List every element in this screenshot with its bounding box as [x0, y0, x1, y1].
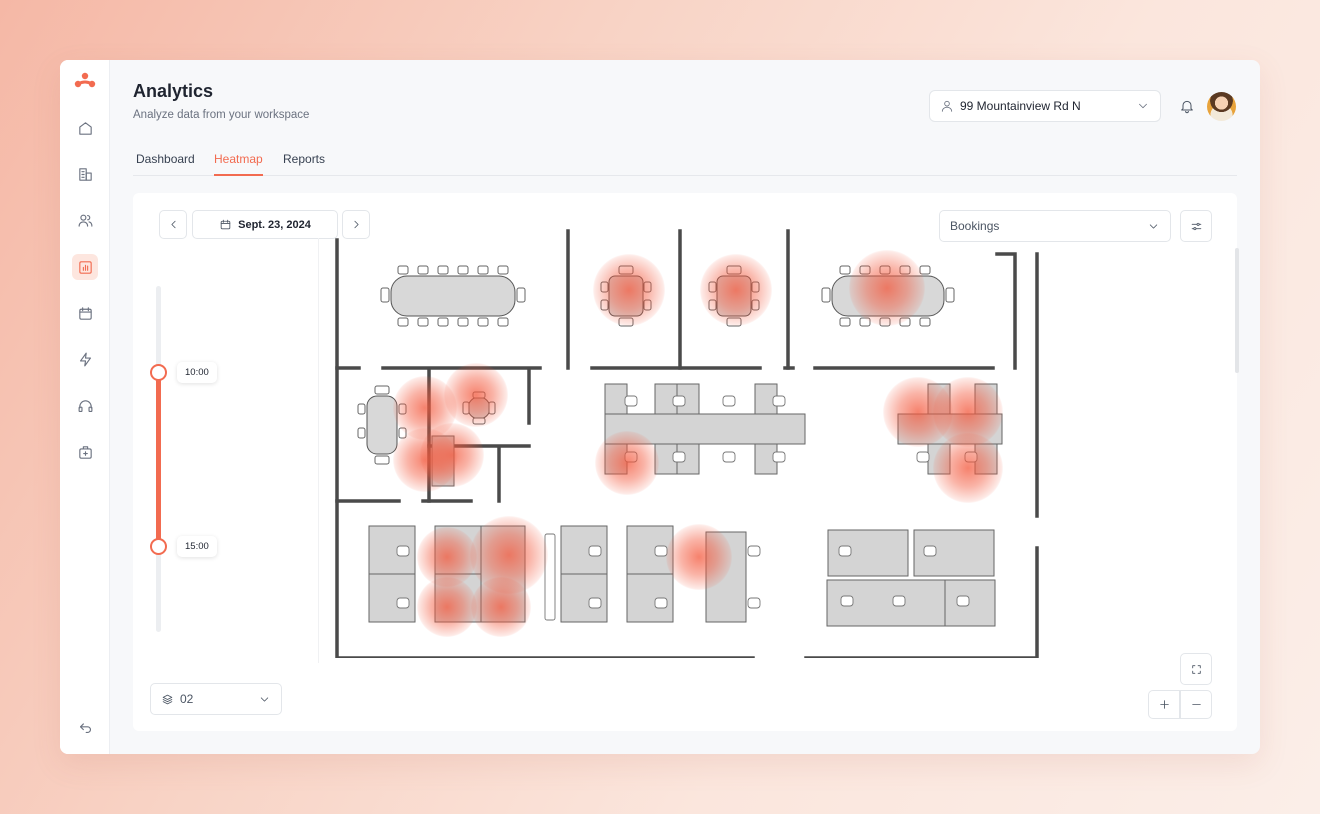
avatar[interactable]: [1207, 92, 1236, 121]
lightning-icon: [79, 352, 91, 366]
layers-icon: [162, 694, 173, 704]
sidebar-item-users[interactable]: [72, 207, 98, 233]
sidebar-item-health[interactable]: [72, 439, 98, 465]
scrollbar[interactable]: [1235, 248, 1239, 373]
heatmap-spot: [444, 363, 508, 427]
chevron-down-icon: [1149, 223, 1158, 229]
building-icon: [78, 167, 92, 181]
heatmap-spot: [933, 433, 1003, 503]
chevron-down-icon: [1139, 103, 1147, 109]
filter-button[interactable]: [1180, 210, 1212, 242]
page-subtitle: Analyze data from your workspace: [133, 109, 310, 121]
home-icon: [78, 121, 92, 135]
time-slider-range: [156, 372, 161, 546]
plus-icon: [1159, 700, 1169, 709]
analytics-icon: [78, 260, 92, 274]
app-window: Analytics Analyze data from your workspa…: [60, 60, 1260, 754]
heatmap-spot: [593, 254, 665, 326]
user-icon: [941, 100, 953, 112]
start-time-label: 10:00: [177, 362, 217, 383]
calendar-icon: [78, 306, 92, 320]
heatmap-spot: [420, 423, 484, 487]
sidebar: [60, 60, 110, 754]
brand-logo-icon[interactable]: [72, 70, 98, 96]
page-title: Analytics: [133, 81, 214, 101]
bell-icon: [1181, 100, 1193, 114]
sidebar-logout[interactable]: [72, 714, 98, 740]
heatmap-card: Sept. 23, 2024 Bookings 10:00 15:00 02: [133, 193, 1239, 731]
date-value: Sept. 23, 2024: [238, 218, 311, 231]
sidebar-item-home[interactable]: [72, 115, 98, 141]
calendar-icon: [220, 219, 231, 230]
end-time-label: 15:00: [177, 536, 217, 557]
fullscreen-button[interactable]: [1180, 653, 1212, 685]
tab-dashboard[interactable]: Dashboard: [136, 152, 195, 176]
fullscreen-icon: [1191, 664, 1201, 674]
filter-sliders-icon: [1191, 222, 1201, 230]
heatmap-spot: [471, 577, 531, 637]
chevron-down-icon: [260, 696, 269, 702]
sidebar-item-automations[interactable]: [72, 346, 98, 372]
heatmap-spot: [849, 250, 925, 326]
zoom-in-button[interactable]: [1148, 690, 1180, 719]
time-slider-end-handle[interactable]: [150, 538, 167, 555]
zoom-out-button[interactable]: [1180, 690, 1212, 719]
time-slider-start-handle[interactable]: [150, 364, 167, 381]
sidebar-item-analytics[interactable]: [72, 254, 98, 280]
tab-heatmap[interactable]: Heatmap: [214, 152, 263, 176]
divider: [318, 238, 319, 663]
headset-icon: [78, 399, 92, 412]
floor-select[interactable]: 02: [150, 683, 282, 715]
sidebar-item-calendar[interactable]: [72, 300, 98, 326]
notifications-button[interactable]: [1179, 98, 1195, 114]
heatmap-spot: [595, 431, 659, 495]
heatmap-spot: [417, 577, 477, 637]
heatmap-spot: [700, 254, 772, 326]
floor-value: 02: [180, 692, 194, 706]
date-picker[interactable]: Sept. 23, 2024: [192, 210, 338, 239]
logout-icon: [79, 722, 91, 733]
location-select[interactable]: 99 Mountainview Rd N: [929, 90, 1161, 122]
medical-kit-icon: [78, 445, 92, 459]
sidebar-item-buildings[interactable]: [72, 161, 98, 187]
tab-bar: Dashboard Heatmap Reports: [133, 150, 1237, 176]
sidebar-item-support[interactable]: [72, 393, 98, 419]
users-icon: [78, 214, 92, 227]
heatmap-spot: [666, 524, 732, 590]
location-value: 99 Mountainview Rd N: [960, 99, 1081, 113]
chevron-left-icon: [170, 220, 176, 229]
previous-date-button[interactable]: [159, 210, 187, 239]
tab-reports[interactable]: Reports: [283, 152, 325, 176]
minus-icon: [1191, 704, 1201, 705]
